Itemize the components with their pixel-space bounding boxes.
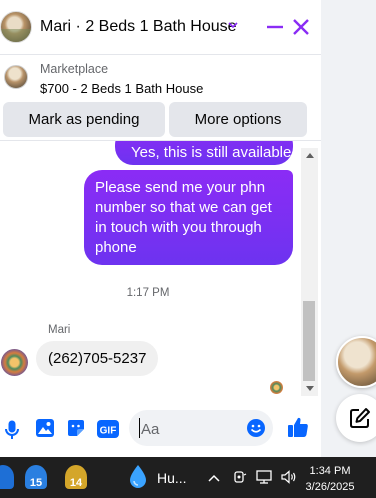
chat-title[interactable]: Mari · 2 Beds 1 Bath House	[40, 18, 237, 36]
humidity-drop-icon[interactable]	[127, 464, 149, 490]
message-list: Yes, this is still available Please send…	[0, 140, 321, 396]
outgoing-message[interactable]: Please send me your phn number so that w…	[84, 170, 293, 265]
clock-date: 3/26/2025	[305, 481, 355, 493]
sticker-icon[interactable]	[66, 418, 86, 438]
mark-as-pending-button[interactable]: Mark as pending	[3, 102, 165, 137]
contact-avatar[interactable]	[0, 11, 32, 43]
listing-thumbnail[interactable]	[4, 65, 28, 89]
microphone-icon[interactable]	[5, 420, 19, 440]
scroll-down-arrow-icon[interactable]	[306, 386, 314, 391]
chevron-down-icon[interactable]	[228, 21, 238, 29]
more-options-button[interactable]: More options	[169, 102, 307, 137]
network-icon[interactable]	[256, 470, 272, 484]
message-input-placeholder: Aa	[141, 421, 160, 438]
meet-now-icon[interactable]	[233, 470, 247, 484]
incoming-message[interactable]: (262)705-5237	[36, 341, 159, 376]
clock-time: 1:34 PM	[309, 465, 351, 477]
listing-price-title[interactable]: $700 - 2 Beds 1 Bath House	[40, 81, 203, 96]
emoji-icon[interactable]	[247, 419, 265, 437]
compose-icon	[350, 408, 370, 428]
badge-count-2: 14	[69, 477, 83, 489]
scrollbar-thumb[interactable]	[303, 301, 315, 381]
chat-header: Mari · 2 Beds 1 Bath House	[0, 0, 321, 54]
outgoing-message[interactable]: Yes, this is still available	[115, 141, 293, 165]
taskbar-app-label[interactable]: Hu...	[157, 470, 187, 486]
gif-icon[interactable]: GIF	[97, 419, 119, 439]
windows-taskbar: 15 14 Hu... 1:34 PM 3/26/2025	[0, 457, 376, 498]
weather-app-icon[interactable]: 15	[25, 465, 47, 489]
side-chat-avatar[interactable]	[336, 336, 376, 388]
close-icon[interactable]	[291, 17, 311, 37]
text-caret	[139, 418, 140, 438]
new-message-button[interactable]	[336, 394, 376, 442]
scroll-up-arrow-icon[interactable]	[306, 153, 314, 158]
minimize-icon[interactable]	[266, 17, 284, 37]
listing-card: Marketplace $700 - 2 Beds 1 Bath House M…	[0, 54, 321, 150]
photo-icon[interactable]	[35, 418, 55, 438]
message-timestamp: 1:17 PM	[126, 287, 170, 299]
taskbar-app-icon[interactable]	[0, 465, 14, 489]
listing-subtitle: Marketplace	[40, 62, 109, 76]
message-scrollbar[interactable]	[301, 148, 318, 396]
sender-avatar[interactable]	[1, 349, 28, 376]
message-input[interactable]: Aa	[129, 410, 273, 446]
taskbar-clock[interactable]: 1:34 PM 3/26/2025	[290, 463, 370, 495]
badge-count: 15	[29, 477, 43, 489]
weather-app-icon-2[interactable]: 14	[65, 465, 87, 489]
thumbs-up-icon[interactable]	[287, 416, 309, 438]
chat-window: Mari · 2 Beds 1 Bath House Marketplace $…	[0, 0, 321, 457]
tray-overflow-chevron-icon[interactable]	[208, 474, 220, 482]
gif-label: GIF	[100, 426, 117, 437]
seen-indicator-avatar	[270, 381, 283, 394]
sender-name: Mari	[48, 324, 71, 336]
